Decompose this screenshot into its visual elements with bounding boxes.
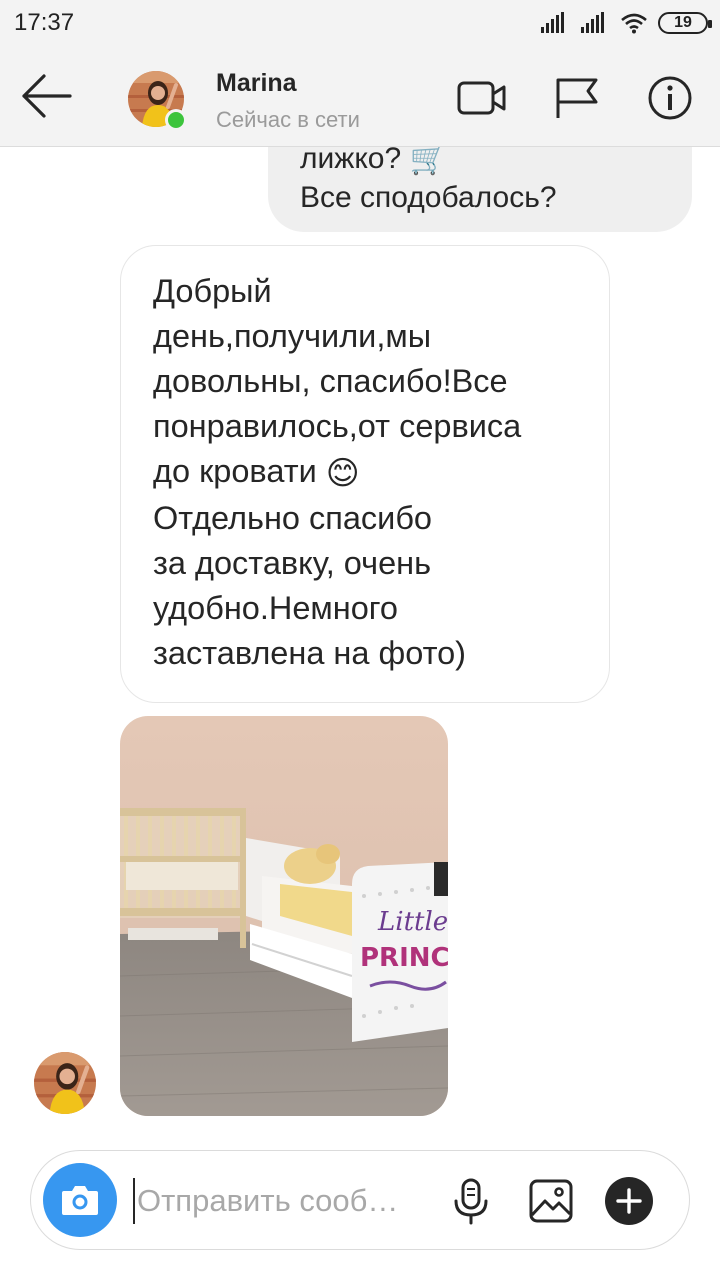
online-indicator xyxy=(165,109,187,131)
camera-icon xyxy=(62,1186,98,1215)
message-line-text: до кровати xyxy=(153,453,317,489)
message-line: Добрый xyxy=(153,273,272,309)
info-icon xyxy=(648,76,692,120)
photo-message[interactable]: Little PRINCESS xyxy=(120,716,448,1116)
video-call-button[interactable] xyxy=(456,74,508,122)
nursery-photo: Little PRINCESS xyxy=(120,716,448,1116)
contact-status: Сейчас в сети xyxy=(216,107,360,132)
received-message[interactable]: Добрый день,получили,мы довольны, спасиб… xyxy=(120,245,610,703)
signal-icon xyxy=(541,12,564,33)
status-bar: 17:37 19 xyxy=(0,0,720,46)
chat-header: Marina Сейчас в сети xyxy=(0,46,720,147)
flag-icon xyxy=(556,78,598,118)
message-line: довольны, спасибо!Все xyxy=(153,363,508,399)
status-time: 17:37 xyxy=(14,9,75,36)
avatar-photo xyxy=(34,1052,96,1114)
message-line: понравилось,от сервиса xyxy=(153,408,522,444)
microphone-icon xyxy=(454,1178,488,1225)
signal-icon-2 xyxy=(581,12,604,33)
info-button[interactable] xyxy=(646,74,698,122)
add-icon xyxy=(605,1177,653,1225)
wifi-icon xyxy=(621,13,647,34)
bed-sign-line-1: Little xyxy=(377,907,448,937)
contact-name[interactable]: Marina xyxy=(216,69,297,98)
report-flag-button[interactable] xyxy=(552,74,604,122)
back-arrow-icon xyxy=(22,74,72,118)
message-line: удобно.Немного xyxy=(153,589,399,626)
gallery-button[interactable] xyxy=(525,1175,577,1227)
message-line: день,получили,мы xyxy=(153,318,432,354)
message-composer xyxy=(30,1150,690,1250)
message-line: за доставку, очень xyxy=(153,544,432,581)
smiling-emoji: 😊 xyxy=(325,454,360,491)
gallery-icon xyxy=(529,1179,573,1223)
back-button[interactable] xyxy=(16,70,76,122)
add-button[interactable] xyxy=(603,1175,655,1227)
message-line: до кровати 😊 xyxy=(153,449,589,496)
sender-avatar[interactable] xyxy=(34,1052,96,1114)
bed-sign-line-2: PRINCESS xyxy=(360,943,448,973)
battery-indicator: 19 xyxy=(658,12,712,34)
message-line: заставлена на фото) xyxy=(153,634,467,671)
text-caret xyxy=(133,1178,135,1224)
battery-level: 19 xyxy=(674,14,692,31)
voice-message-button[interactable] xyxy=(445,1175,497,1227)
status-icons: 19 xyxy=(540,10,712,36)
camera-button[interactable] xyxy=(43,1163,117,1237)
message-line: Отдельно спасибо xyxy=(153,499,433,536)
video-call-icon xyxy=(457,81,506,115)
sent-line-2: Все сподобалось? xyxy=(300,181,557,215)
message-input[interactable] xyxy=(137,1178,437,1224)
